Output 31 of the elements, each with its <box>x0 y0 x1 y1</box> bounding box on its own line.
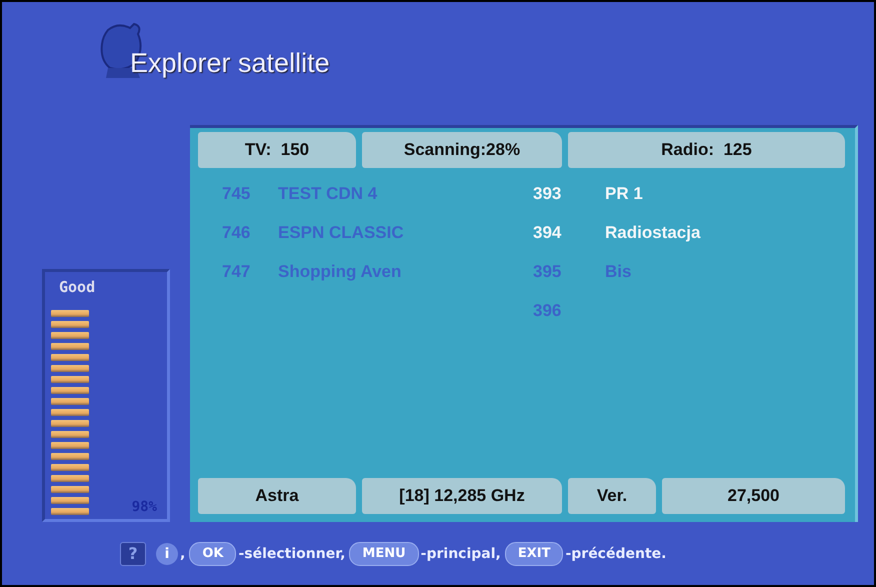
polarization-value: Ver. <box>568 478 656 514</box>
channel-name[interactable]: TEST CDN 4 <box>278 184 378 204</box>
channel-number[interactable]: 394 <box>533 222 605 242</box>
frequency-value: [18] 12,285 GHz <box>362 478 562 514</box>
scan-status-text: Scanning:28% <box>362 132 562 168</box>
channel-name[interactable]: ESPN CLASSIC <box>278 222 404 242</box>
hint-text: -sélectionner, <box>238 546 346 562</box>
signal-quality-label: Good <box>59 278 96 298</box>
remote-key[interactable]: MENU <box>349 542 419 566</box>
channel-number[interactable]: 747 <box>198 262 278 282</box>
help-key[interactable]: ? <box>120 542 146 566</box>
symbol-rate-value: 27,500 <box>662 478 845 514</box>
channel-number[interactable]: 395 <box>533 262 605 282</box>
tv-count: TV: 150 <box>198 132 356 168</box>
hint-text: -précédente. <box>565 546 666 562</box>
channel-number[interactable]: 745 <box>198 184 278 204</box>
channel-name[interactable]: Radiostacja <box>605 222 700 242</box>
info-key[interactable]: i <box>156 542 178 564</box>
hint-text: , <box>180 546 186 562</box>
channel-number[interactable]: 746 <box>198 222 278 242</box>
channel-name[interactable]: Bis <box>605 262 632 282</box>
channel-name[interactable]: Shopping Aven <box>278 262 402 282</box>
hint-text: -principal, <box>420 546 501 562</box>
screen-title: Explorer satellite <box>130 48 330 79</box>
remote-key[interactable]: EXIT <box>504 542 564 566</box>
satellite-name: Astra <box>198 478 356 514</box>
channel-name[interactable]: PR 1 <box>605 184 643 204</box>
channel-number[interactable]: 393 <box>533 184 605 204</box>
channel-number[interactable]: 396 <box>533 300 605 320</box>
remote-key[interactable]: OK <box>189 542 236 566</box>
radio-count: Radio: 125 <box>568 132 845 168</box>
